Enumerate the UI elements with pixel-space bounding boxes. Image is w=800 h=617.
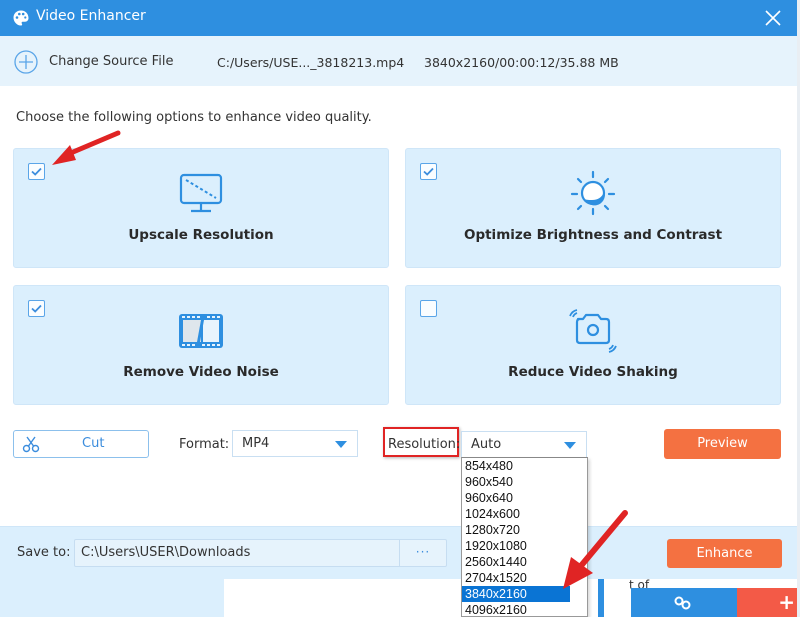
save-path-value: C:\Users\USER\Downloads <box>81 545 251 560</box>
checkmark-icon <box>31 167 42 176</box>
add-circle-icon[interactable] <box>14 50 38 74</box>
checkmark-icon <box>423 167 434 176</box>
browse-folder-button[interactable]: ··· <box>399 540 446 566</box>
save-path-field[interactable]: C:\Users\USER\Downloads ··· <box>74 539 447 567</box>
background-link-button[interactable] <box>631 588 737 617</box>
option-reduce-video-shaking[interactable]: Reduce Video Shaking <box>405 285 781 405</box>
brightness-icon <box>570 170 616 216</box>
resolution-option[interactable]: 960x640 <box>462 490 587 506</box>
remove-video-noise-checkbox[interactable] <box>28 300 45 317</box>
optimize-brightness-checkbox[interactable] <box>420 163 437 180</box>
option-upscale-resolution[interactable]: Upscale Resolution <box>13 148 389 268</box>
option-label: Optimize Brightness and Contrast <box>463 227 723 243</box>
title-bar: Video Enhancer <box>0 0 797 36</box>
palette-icon <box>13 10 29 26</box>
resolution-dropdown-list[interactable]: 854x480 960x540 960x640 1024x600 1280x72… <box>461 457 588 617</box>
chevron-down-icon <box>335 441 347 448</box>
cut-label: Cut <box>82 436 105 451</box>
cut-button[interactable]: Cut <box>13 430 149 458</box>
background-add-button[interactable]: + <box>737 588 797 617</box>
option-remove-video-noise[interactable]: Remove Video Noise <box>13 285 389 405</box>
instruction-text: Choose the following options to enhance … <box>16 110 372 125</box>
save-bar: Save to: C:\Users\USER\Downloads ··· Enh… <box>0 526 797 579</box>
option-label: Remove Video Noise <box>123 364 279 380</box>
monitor-icon <box>179 173 223 213</box>
enhance-button[interactable]: Enhance <box>667 539 782 568</box>
video-enhancer-window: Video Enhancer Change Source File C:/Use… <box>0 0 797 617</box>
background-panel <box>0 579 224 617</box>
resolution-option[interactable]: 4096x2160 <box>462 602 587 617</box>
option-optimize-brightness[interactable]: Optimize Brightness and Contrast <box>405 148 781 268</box>
option-label: Reduce Video Shaking <box>508 364 678 380</box>
resolution-option[interactable]: 1280x720 <box>462 522 587 538</box>
resolution-option[interactable]: 960x540 <box>462 474 587 490</box>
resolution-option[interactable]: 1920x1080 <box>462 538 587 554</box>
preview-button[interactable]: Preview <box>664 429 781 459</box>
film-icon <box>179 314 223 348</box>
resolution-select[interactable]: Auto <box>461 431 587 458</box>
save-to-label: Save to: <box>17 545 71 560</box>
upscale-resolution-checkbox[interactable] <box>28 163 45 180</box>
format-select[interactable]: MP4 <box>232 430 358 457</box>
option-label: Upscale Resolution <box>128 227 274 243</box>
resolution-option[interactable]: 854x480 <box>462 458 587 474</box>
chevron-down-icon <box>564 442 576 449</box>
close-icon[interactable] <box>763 8 783 28</box>
resolution-option[interactable]: 1024x600 <box>462 506 587 522</box>
format-label: Format: <box>179 437 230 452</box>
link-icon <box>674 596 691 610</box>
window-title: Video Enhancer <box>36 8 146 24</box>
change-source-file-button[interactable]: Change Source File <box>49 54 173 69</box>
shaking-camera-icon <box>569 309 617 353</box>
scissors-icon <box>22 436 40 453</box>
resolution-label: Resolution: <box>388 437 461 452</box>
resolution-option[interactable]: 2704x1520 <box>462 570 587 586</box>
source-file-path: C:/Users/USE..._3818213.mp4 <box>217 55 405 70</box>
checkmark-icon <box>31 304 42 313</box>
resolution-option[interactable]: 2560x1440 <box>462 554 587 570</box>
resolution-option-selected[interactable]: 3840x2160 <box>462 586 570 602</box>
reduce-video-shaking-checkbox[interactable] <box>420 300 437 317</box>
resolution-value: Auto <box>471 437 502 452</box>
background-strip <box>598 579 604 617</box>
source-file-info: 3840x2160/00:00:12/35.88 MB <box>424 55 619 70</box>
source-file-bar: Change Source File C:/Users/USE..._38182… <box>0 36 797 86</box>
format-value: MP4 <box>242 436 270 451</box>
